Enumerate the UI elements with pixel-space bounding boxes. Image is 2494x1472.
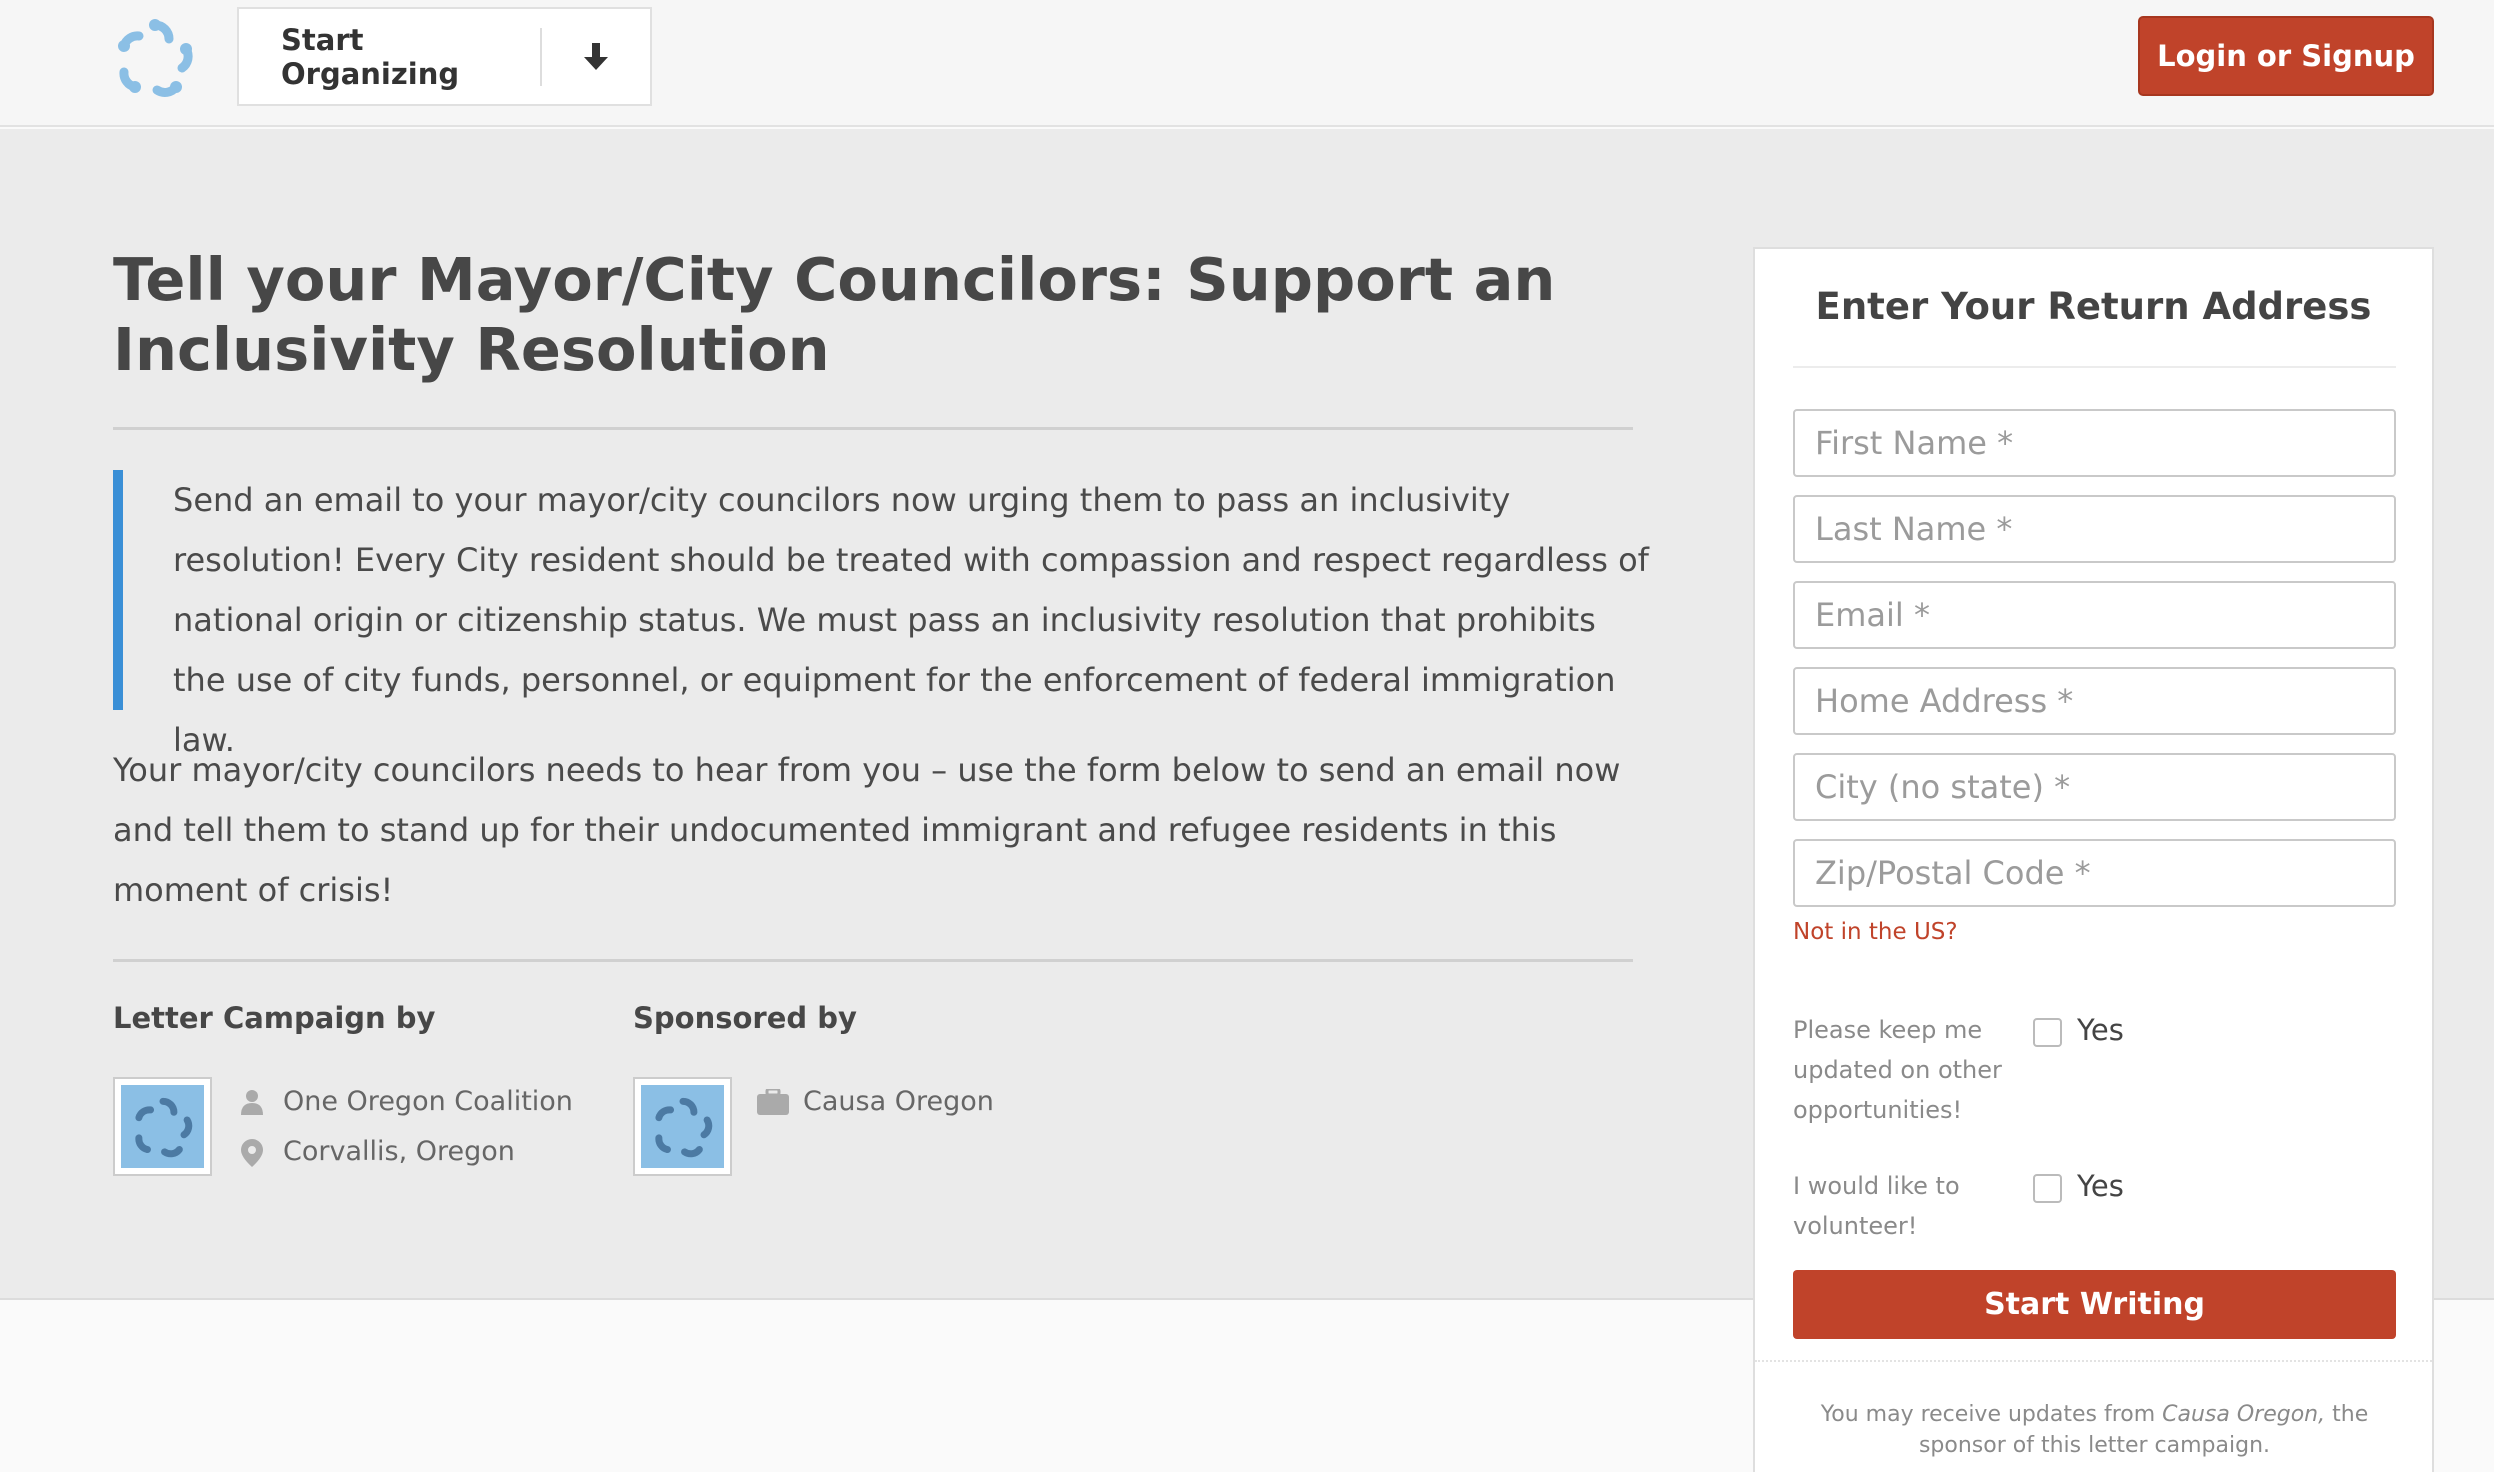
arrow-down-icon[interactable]	[542, 8, 650, 105]
person-icon	[239, 1089, 265, 1115]
campaign-blockquote: Send an email to your mayor/city council…	[173, 481, 1649, 759]
first-name-field[interactable]	[1793, 409, 2396, 477]
org-logo-icon	[134, 1097, 192, 1157]
panel-divider	[1793, 366, 2396, 368]
home-address-field[interactable]	[1793, 667, 2396, 735]
return-address-title: Enter Your Return Address	[1815, 285, 2372, 328]
map-pin-icon	[241, 1139, 267, 1167]
volunteer-checkbox[interactable]	[2033, 1174, 2062, 1203]
email-field[interactable]	[1793, 581, 2396, 649]
updates-yes-label[interactable]: Yes	[2077, 1013, 2124, 1047]
return-address-panel: Enter Your Return Address Not in the US?…	[1753, 247, 2434, 1472]
sponsor-logo-icon	[654, 1097, 712, 1157]
updates-question: Please keep me updated on other opportun…	[1793, 1016, 2002, 1124]
city-field[interactable]	[1793, 753, 2396, 821]
letter-by-location: Corvallis, Oregon	[283, 1136, 515, 1167]
letter-campaign-by-label: Letter Campaign by	[113, 1001, 436, 1035]
org-avatar[interactable]	[113, 1077, 212, 1176]
sponsor-disclaimer: You may receive updates from Causa Orego…	[1785, 1399, 2404, 1461]
start-writing-button[interactable]: Start Writing	[1793, 1270, 2396, 1339]
not-in-us-link[interactable]: Not in the US?	[1793, 919, 1958, 945]
blockquote-bar	[113, 470, 123, 710]
zip-code-field[interactable]	[1793, 839, 2396, 907]
pinwheel-logo-icon[interactable]	[110, 13, 200, 103]
top-navbar: Start Organizing Login or Signup	[0, 0, 2494, 127]
updates-checkbox[interactable]	[2033, 1018, 2062, 1047]
campaign-title: Tell your Mayor/City Councilors: Support…	[113, 245, 1556, 384]
login-signup-button[interactable]: Login or Signup	[2138, 16, 2434, 96]
start-organizing-dropdown[interactable]: Start Organizing	[237, 7, 652, 106]
disclaimer-prefix: You may receive updates from	[1820, 1402, 2163, 1427]
sponsor-avatar[interactable]	[633, 1077, 732, 1176]
volunteer-question: I would like to volunteer!	[1793, 1172, 1960, 1240]
panel-dotted-divider	[1755, 1360, 2432, 1362]
sponsor-org-name[interactable]: Causa Oregon	[803, 1086, 994, 1117]
start-organizing-label: Start Organizing	[281, 22, 460, 91]
campaign-description: Your mayor/city councilors needs to hear…	[113, 751, 1621, 909]
sponsored-by-label: Sponsored by	[633, 1001, 857, 1035]
last-name-field[interactable]	[1793, 495, 2396, 563]
volunteer-yes-label[interactable]: Yes	[2077, 1169, 2124, 1203]
content-divider	[113, 959, 1633, 962]
title-divider	[113, 427, 1633, 430]
letter-by-org-name[interactable]: One Oregon Coalition	[283, 1086, 573, 1117]
disclaimer-org: Causa Oregon,	[2162, 1402, 2326, 1427]
briefcase-icon	[757, 1087, 789, 1115]
